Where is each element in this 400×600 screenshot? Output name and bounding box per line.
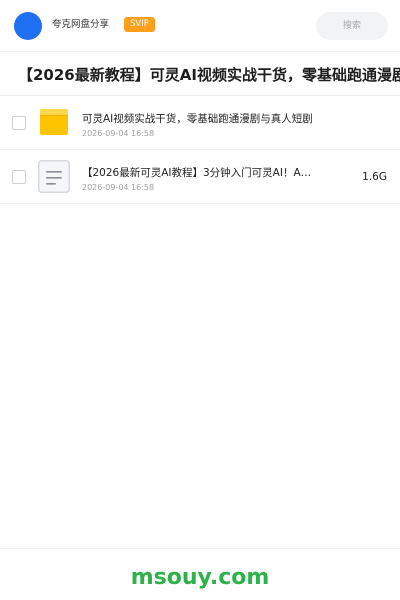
row-checkbox[interactable] [12,116,26,130]
file-date: 2026-09-04 16:58 [82,183,155,192]
folder-icon [40,109,68,135]
avatar[interactable] [14,12,42,40]
file-name: 【2026最新可灵AI教程】3分钟入门可灵AI！A… [82,167,312,179]
file-row[interactable]: 【2026最新可灵AI教程】3分钟入门可灵AI！A… 2026-09-04 16… [0,150,400,204]
top-bar: 夸克网盘分享 SVIP 搜索 [0,0,400,52]
watermark-text: msouy.com [130,565,270,590]
file-size: 1.6G [362,171,387,183]
share-title-bar: 【2026最新教程】可灵AI视频实战干货，零基础跑通漫剧与真人短剧 [0,52,400,96]
row-checkbox[interactable] [12,170,26,184]
file-row[interactable]: 可灵AI视频实战干货，零基础跑通漫剧与真人短剧 2026-09-04 16:58 [0,96,400,150]
file-name: 可灵AI视频实战干货，零基础跑通漫剧与真人短剧 [82,113,313,125]
app-title: 夸克网盘分享 [52,19,110,30]
footer: msouy.com [0,548,400,600]
search-input[interactable]: 搜索 [316,12,388,40]
svip-badge: SVIP [124,17,155,32]
file-date: 2026-09-04 16:58 [82,129,155,138]
page-title: 【2026最新教程】可灵AI视频实战干货，零基础跑通漫剧与真人短剧 [18,66,400,84]
document-icon [38,160,70,193]
